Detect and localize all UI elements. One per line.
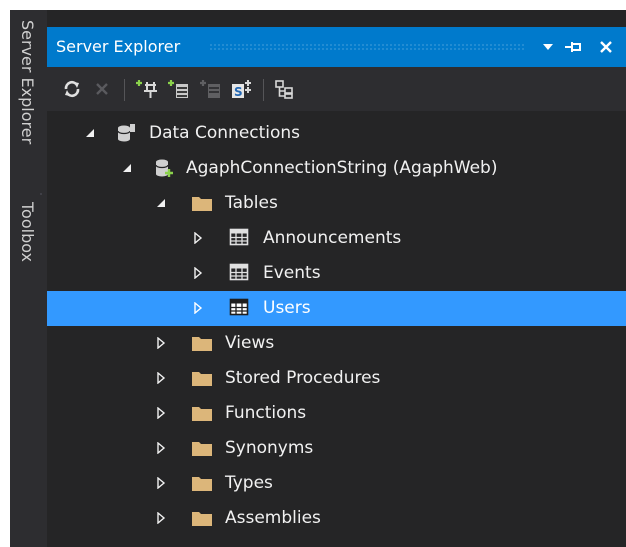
panel-title: Server Explorer xyxy=(56,37,181,56)
connect-to-database-icon[interactable] xyxy=(133,76,159,102)
refresh-icon[interactable] xyxy=(59,76,85,102)
tree-node-synonyms[interactable]: Synonyms xyxy=(47,431,626,466)
side-tab-divider xyxy=(40,193,42,195)
connect-to-server-icon[interactable] xyxy=(165,76,191,102)
expand-arrow-icon[interactable] xyxy=(190,265,206,281)
tree-node-label: AgaphConnectionString (AgaphWeb) xyxy=(186,158,498,178)
folder-icon xyxy=(191,438,213,458)
folder-icon xyxy=(191,368,213,388)
tree-node-label: Events xyxy=(263,263,321,283)
auto-hide-pin-icon[interactable] xyxy=(562,27,584,67)
folder-icon xyxy=(191,193,213,213)
database-connection-icon xyxy=(153,158,175,178)
tree-node-assemblies[interactable]: Assemblies xyxy=(47,501,626,536)
tree-node-label: Assemblies xyxy=(225,508,321,528)
expand-arrow-icon[interactable] xyxy=(153,510,169,526)
tree-node-data-connections[interactable]: Data Connections xyxy=(47,116,626,151)
tree-node-label: Tables xyxy=(225,193,278,213)
folder-icon xyxy=(191,403,213,423)
side-tab-server-explorer[interactable]: Server Explorer xyxy=(14,20,40,144)
svg-text:S: S xyxy=(234,85,243,99)
connect-to-azure-icon[interactable]: S xyxy=(229,76,255,102)
toolbar-separator xyxy=(124,79,125,101)
connect-to-sharepoint-icon[interactable] xyxy=(197,76,223,102)
tree-node-views[interactable]: Views xyxy=(47,326,626,361)
server-explorer-panel: Server Explorer S Data Connections Agaph… xyxy=(47,10,626,547)
tree-node-label: Types xyxy=(225,473,273,493)
collapse-arrow-icon[interactable] xyxy=(82,125,98,141)
tree-node-label: Functions xyxy=(225,403,307,423)
expand-arrow-icon[interactable] xyxy=(153,370,169,386)
properties-icon[interactable] xyxy=(271,76,297,102)
tree-node-connection[interactable]: AgaphConnectionString (AgaphWeb) xyxy=(47,151,626,186)
tool-window-frame: Server Explorer Toolbox Server Explorer xyxy=(10,10,626,547)
stop-icon[interactable] xyxy=(89,76,115,102)
tree-node-functions[interactable]: Functions xyxy=(47,396,626,431)
window-position-dropdown-icon[interactable] xyxy=(537,27,559,67)
collapse-arrow-icon[interactable] xyxy=(153,195,169,211)
tree-node-label: Synonyms xyxy=(225,438,314,458)
folder-icon xyxy=(191,333,213,353)
tree-node-table-events[interactable]: Events xyxy=(47,256,626,291)
tree-node-label: Stored Procedures xyxy=(225,368,381,388)
table-icon xyxy=(229,228,251,248)
expand-arrow-icon[interactable] xyxy=(190,230,206,246)
tree-node-table-users[interactable]: Users xyxy=(47,291,626,326)
tree-node-label: Users xyxy=(263,298,311,318)
tree-node-stored-procedures[interactable]: Stored Procedures xyxy=(47,361,626,396)
expand-arrow-icon[interactable] xyxy=(190,300,206,316)
tree-node-label: Announcements xyxy=(263,228,402,248)
expand-arrow-icon[interactable] xyxy=(153,440,169,456)
folder-icon xyxy=(191,508,213,528)
folder-icon xyxy=(191,473,213,493)
close-icon[interactable] xyxy=(595,27,617,67)
tree-node-label: Views xyxy=(225,333,275,353)
expand-arrow-icon[interactable] xyxy=(153,405,169,421)
panel-title-bar[interactable]: Server Explorer xyxy=(47,27,626,67)
expand-arrow-icon[interactable] xyxy=(153,335,169,351)
tree-node-table-announcements[interactable]: Announcements xyxy=(47,221,626,256)
tree-node-types[interactable]: Types xyxy=(47,466,626,501)
toolbar-separator xyxy=(263,79,264,101)
panel-toolbar: S xyxy=(47,67,626,111)
side-tab-strip: Server Explorer Toolbox xyxy=(10,10,47,547)
tree-node-label: Data Connections xyxy=(149,123,301,143)
title-grip xyxy=(209,43,524,50)
table-icon xyxy=(229,298,251,318)
server-tree: Data Connections AgaphConnectionString (… xyxy=(47,116,626,547)
tree-node-tables[interactable]: Tables xyxy=(47,186,626,221)
collapse-arrow-icon[interactable] xyxy=(119,160,135,176)
data-connections-icon xyxy=(115,123,137,143)
expand-arrow-icon[interactable] xyxy=(153,475,169,491)
side-tab-toolbox[interactable]: Toolbox xyxy=(14,202,40,262)
table-icon xyxy=(229,263,251,283)
